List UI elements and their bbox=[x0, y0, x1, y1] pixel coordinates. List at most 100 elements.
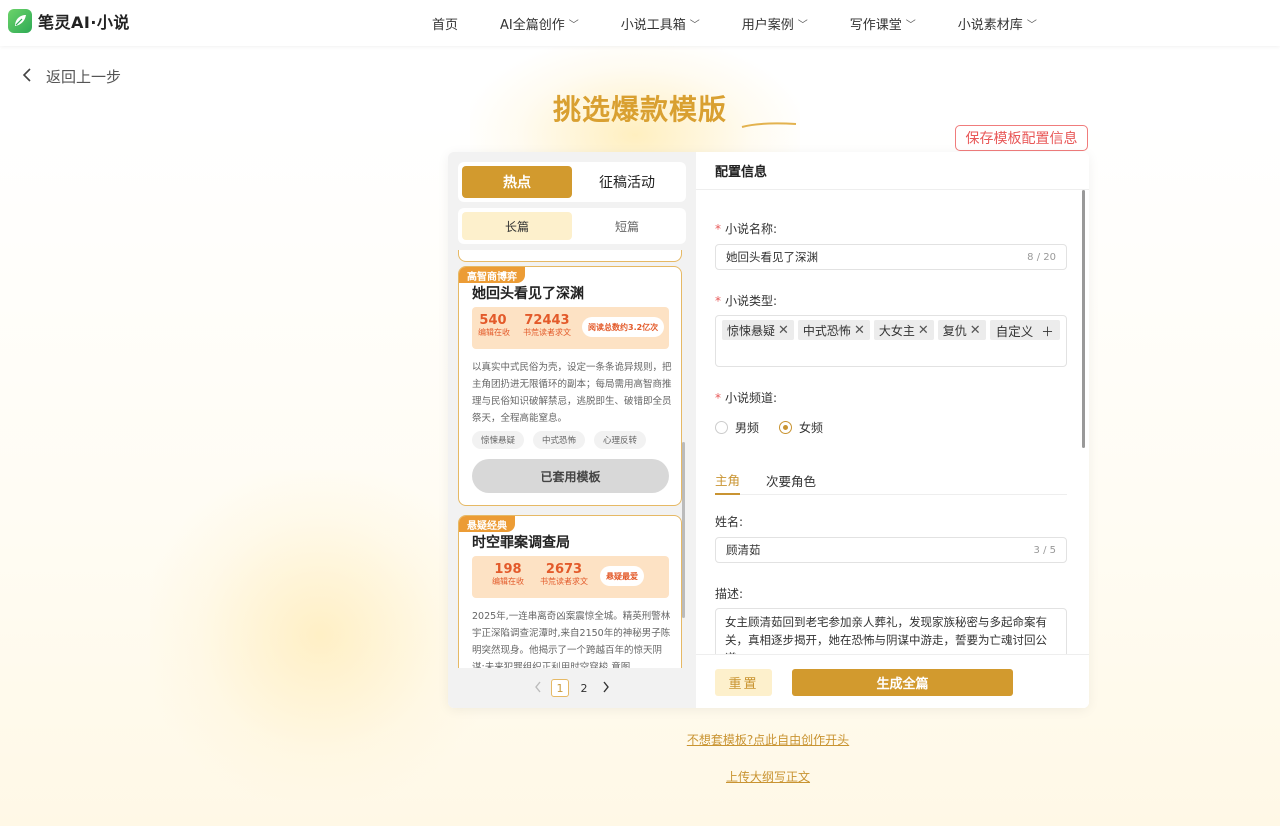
role-name-label: 姓名: bbox=[715, 515, 744, 529]
stat-readers: 72443 书荒读者求文 bbox=[522, 313, 572, 338]
chevron-down-icon: ﹀ bbox=[1026, 19, 1037, 31]
card-description: 2025年,一连串离奇凶案震惊全城。精英刑警林宇正深陷调查泥潭时,来自2150年… bbox=[472, 611, 671, 668]
label-text: 小说类型: bbox=[725, 294, 778, 308]
template-card[interactable]: 悬疑经典 时空罪案调查局 198 编辑在收 2673 书荒读者求文 悬疑最爱 2… bbox=[458, 515, 682, 668]
close-icon[interactable]: ✕ bbox=[778, 323, 789, 338]
save-template-button[interactable]: 保存模板配置信息 bbox=[955, 125, 1088, 151]
title-underline-decoration bbox=[741, 122, 797, 128]
tag-chip: 中式恐怖 bbox=[533, 431, 586, 449]
radio-icon bbox=[715, 421, 728, 434]
role-name-input[interactable]: 顾清茹 3 / 5 bbox=[715, 537, 1067, 563]
scrollbar[interactable] bbox=[682, 442, 685, 618]
card-description: 以真实中式民俗为壳，设定一条条诡异规则，把主角团扔进无限循环的副本；每局需用高智… bbox=[472, 362, 672, 424]
stat-number: 72443 bbox=[524, 313, 570, 328]
radio-male[interactable]: 男频 bbox=[715, 419, 759, 436]
add-custom-type-button[interactable]: 自定义 ＋ bbox=[989, 320, 1060, 340]
stat-number: 198 bbox=[494, 562, 522, 577]
background-glow bbox=[150, 470, 490, 800]
stat-label: 书荒读者求文 bbox=[523, 328, 571, 337]
applied-template-button[interactable]: 已套用模板 bbox=[472, 459, 669, 493]
stat-label: 书荒读者求文 bbox=[540, 577, 588, 586]
tab-hot[interactable]: 热点 bbox=[462, 166, 572, 198]
tab-long[interactable]: 长篇 bbox=[462, 212, 572, 240]
card-title: 时空罪案调查局 bbox=[472, 535, 570, 551]
form-actions: 重置 生成全篇 bbox=[696, 654, 1089, 708]
stat-pill: 悬疑最爱 bbox=[600, 566, 644, 586]
tab-secondary-role[interactable]: 次要角色 bbox=[766, 465, 816, 495]
novel-channel-label: * 小说频道: bbox=[715, 389, 777, 406]
template-card-partial bbox=[458, 250, 682, 262]
reset-button[interactable]: 重置 bbox=[715, 669, 772, 696]
template-list-column: 热点 征稿活动 长篇 短篇 高智商博弈 她回头看见了深渊 540 编辑在收 72… bbox=[448, 152, 696, 708]
nav-item-cases[interactable]: 用户案例 ﹀ bbox=[742, 14, 808, 33]
nav-label: AI全篇创作 bbox=[500, 17, 565, 33]
tag-chip: 心理反转 bbox=[594, 431, 647, 449]
tag-chip: 惊悚悬疑 bbox=[472, 431, 525, 449]
nav-label: 写作课堂 bbox=[849, 17, 902, 33]
close-icon[interactable]: ✕ bbox=[970, 323, 981, 338]
novel-name-input[interactable]: 她回头看见了深渊 8 / 20 bbox=[715, 244, 1067, 270]
required-mark: * bbox=[715, 391, 721, 405]
stat-editors: 540 编辑在收 bbox=[478, 313, 510, 338]
tab-protagonist[interactable]: 主角 bbox=[715, 465, 741, 495]
chevron-left-icon[interactable] bbox=[531, 681, 545, 696]
nav-item-toolbox[interactable]: 小说工具箱 ﹀ bbox=[621, 14, 700, 33]
config-form[interactable]: * 小说名称: 她回头看见了深渊 8 / 20 * 小说类型: 惊悚悬疑 ✕ 中式恐怖… bbox=[715, 190, 1067, 654]
nav-item-materials[interactable]: 小说素材库 ﹀ bbox=[958, 14, 1037, 33]
role-tabs: 主角 次要角色 bbox=[715, 465, 1067, 495]
template-card[interactable]: 高智商博弈 她回头看见了深渊 540 编辑在收 72443 书荒读者求文 阅读总… bbox=[458, 266, 682, 506]
radio-label: 女频 bbox=[799, 421, 824, 435]
back-label: 返回上一步 bbox=[46, 68, 122, 86]
tab-short[interactable]: 短篇 bbox=[572, 212, 682, 240]
stat-readers: 2673 书荒读者求文 bbox=[538, 562, 590, 587]
input-value: 她回头看见了深渊 bbox=[726, 250, 818, 264]
nav-item-class[interactable]: 写作课堂 ﹀ bbox=[850, 14, 916, 33]
stat-editors: 198 编辑在收 bbox=[490, 562, 526, 587]
template-card-list[interactable]: 高智商博弈 她回头看见了深渊 540 编辑在收 72443 书荒读者求文 阅读总… bbox=[458, 250, 686, 668]
char-count: 8 / 20 bbox=[1027, 251, 1056, 263]
nav-label: 小说工具箱 bbox=[620, 17, 686, 33]
upload-outline-link[interactable]: 上传大纲写正文 bbox=[726, 768, 810, 785]
type-tag: 中式恐怖 ✕ bbox=[797, 320, 870, 340]
card-stats: 198 编辑在收 2673 书荒读者求文 悬疑最爱 bbox=[472, 556, 669, 598]
pagination: 1 2 bbox=[448, 678, 696, 698]
main-nav: 首页 AI全篇创作 ﹀ 小说工具箱 ﹀ 用户案例 ﹀ 写作课堂 ﹀ 小说素材库 ﹀ bbox=[432, 0, 1079, 46]
novel-name-label: * 小说名称: bbox=[715, 220, 777, 237]
back-button[interactable]: 返回上一步 bbox=[22, 66, 121, 87]
stat-number: 540 bbox=[479, 313, 507, 328]
card-stats: 540 编辑在收 72443 书荒读者求文 阅读总数约3.2亿次 bbox=[472, 307, 669, 349]
nav-label: 小说素材库 bbox=[957, 17, 1023, 33]
role-desc-textarea[interactable]: 女主顾清茹回到老宅参加亲人葬礼，发现家族秘密与多起命案有关，真相逐步揭开，她在恐… bbox=[715, 608, 1067, 654]
page-number[interactable]: 1 bbox=[551, 679, 569, 697]
chevron-right-icon[interactable] bbox=[599, 681, 613, 696]
radio-label: 男频 bbox=[735, 421, 760, 435]
radio-checked-icon bbox=[779, 421, 793, 434]
card-title: 她回头看见了深渊 bbox=[472, 286, 584, 302]
scrollbar[interactable] bbox=[1082, 190, 1085, 448]
novel-type-select[interactable]: 惊悚悬疑 ✕ 中式恐怖 ✕ 大女主 ✕ 复仇 ✕ 自定义＋ bbox=[715, 315, 1067, 367]
tab-contest[interactable]: 征稿活动 bbox=[572, 166, 682, 198]
type-tag: 复仇 ✕ bbox=[937, 320, 986, 340]
card-badge: 悬疑经典 bbox=[459, 516, 515, 532]
generate-full-button[interactable]: 生成全篇 bbox=[792, 669, 1013, 696]
free-create-link[interactable]: 不想套模板?点此自由创作开头 bbox=[687, 731, 849, 748]
close-icon[interactable]: ✕ bbox=[854, 323, 865, 338]
type-tag: 惊悚悬疑 ✕ bbox=[722, 320, 794, 340]
page-title: 挑选爆款模版 bbox=[552, 93, 728, 126]
type-tag-label: 中式恐怖 bbox=[802, 323, 851, 338]
nav-item-home[interactable]: 首页 bbox=[432, 14, 458, 33]
required-mark: * bbox=[715, 222, 721, 236]
nav-item-ai-create[interactable]: AI全篇创作 ﹀ bbox=[500, 14, 579, 33]
label-text: 小说频道: bbox=[725, 391, 778, 405]
radio-female[interactable]: 女频 bbox=[779, 419, 823, 436]
role-desc-label: 描述: bbox=[715, 587, 744, 601]
close-icon[interactable]: ✕ bbox=[918, 323, 929, 338]
stat-number: 2673 bbox=[545, 562, 583, 577]
type-tag-label: 大女主 bbox=[878, 323, 915, 338]
category-tabs: 热点 征稿活动 bbox=[458, 162, 686, 202]
leaf-logo-icon bbox=[8, 9, 32, 33]
chevron-left-icon bbox=[22, 67, 32, 86]
page-number[interactable]: 2 bbox=[575, 679, 593, 697]
chevron-down-icon: ﹀ bbox=[905, 19, 916, 31]
logo[interactable]: 笔灵AI·小说 bbox=[8, 9, 130, 33]
